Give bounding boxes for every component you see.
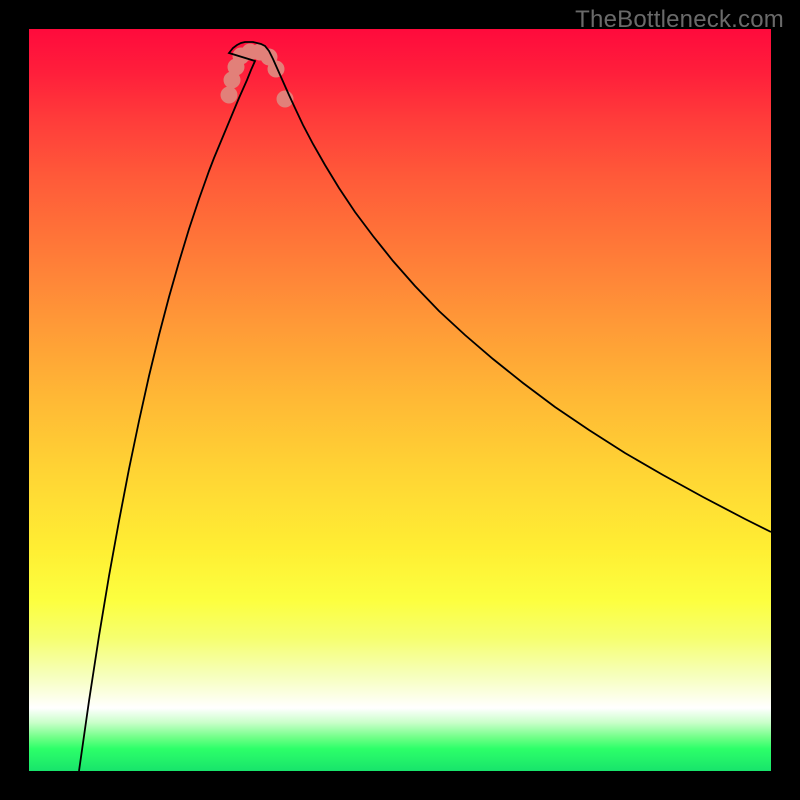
data-marker [221, 87, 238, 104]
chart-frame: TheBottleneck.com [0, 0, 800, 800]
bottleneck-curve [79, 42, 771, 771]
watermark-text: TheBottleneck.com [575, 6, 784, 34]
plot-area [29, 29, 771, 771]
data-marker [268, 61, 285, 78]
chart-svg [29, 29, 771, 771]
